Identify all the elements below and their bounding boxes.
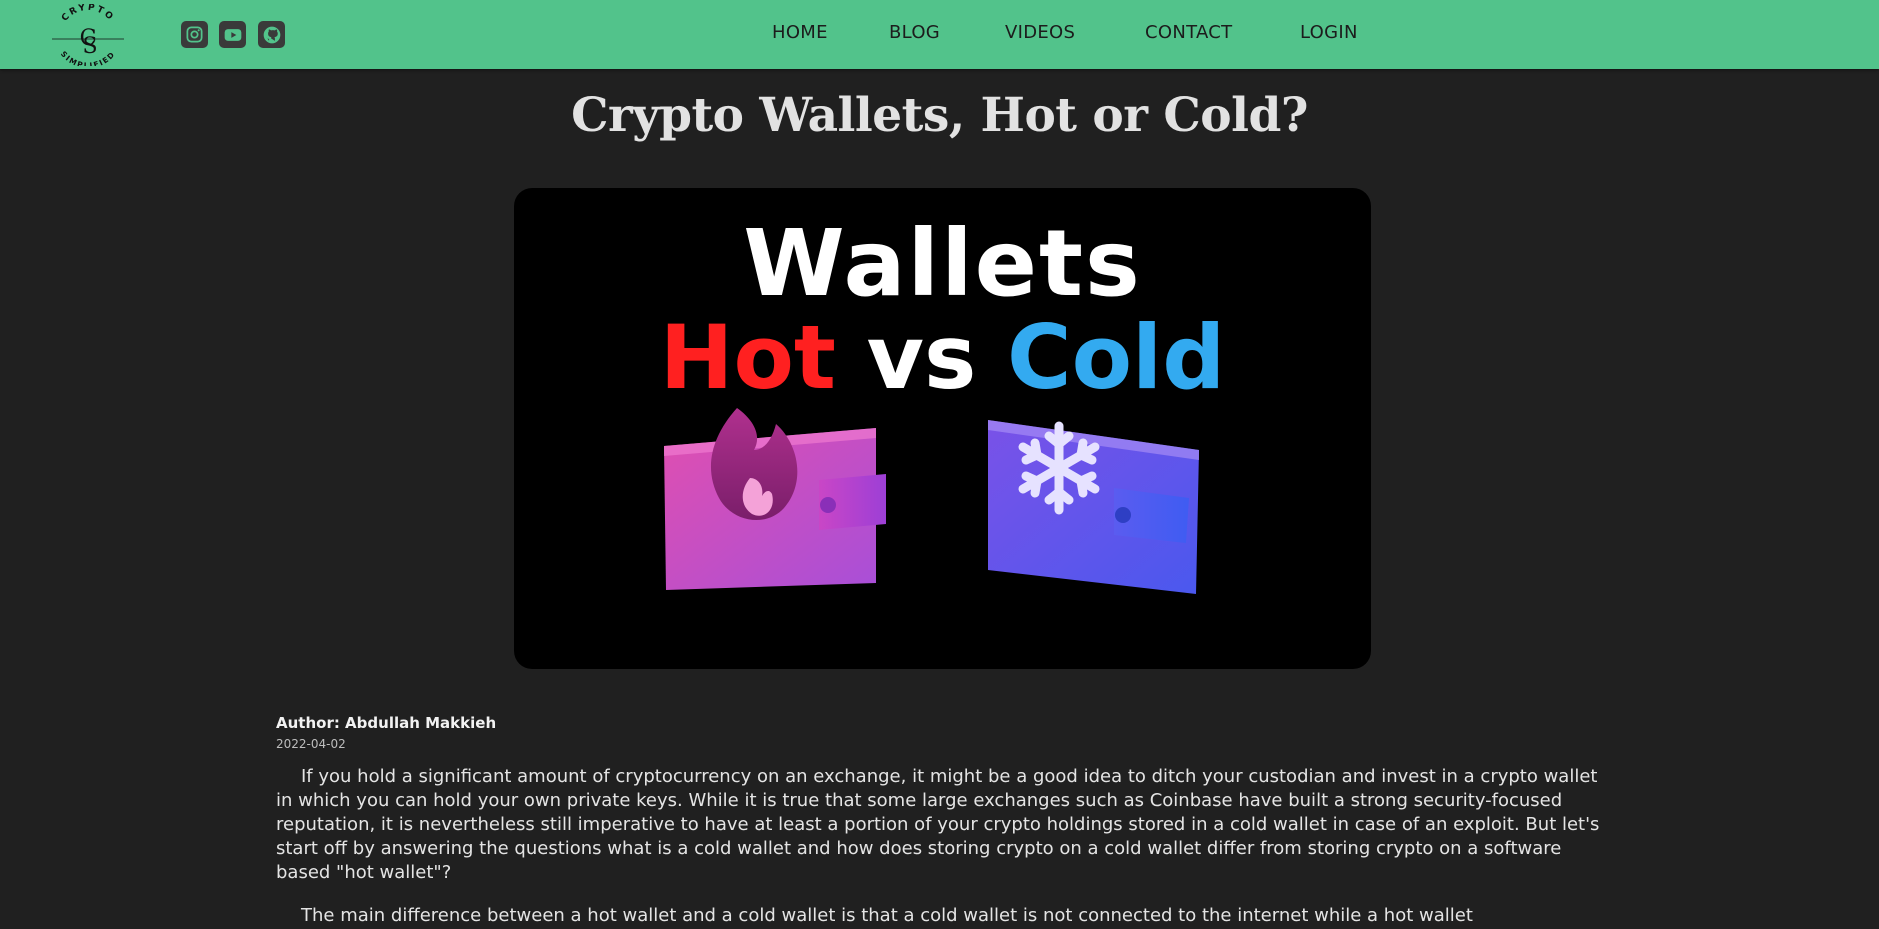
cold-wallet-graphic: [988, 420, 1199, 594]
nav-blog-link[interactable]: BLOG: [889, 22, 940, 43]
instagram-icon[interactable]: [181, 21, 208, 48]
article-date: 2022-04-02: [276, 737, 346, 751]
crypto-simplified-logo[interactable]: CRYPTO SIMPLIFIED C S: [48, 4, 128, 66]
nav-videos-link[interactable]: VIDEOS: [1005, 22, 1075, 43]
github-icon[interactable]: [258, 21, 285, 48]
article-author: Author: Abdullah Makkieh: [276, 714, 497, 732]
wallet-illustration: [664, 408, 1199, 594]
article-title: Crypto Wallets, Hot or Cold?: [571, 88, 1308, 143]
article-paragraph: The main difference between a hot wallet…: [301, 905, 1473, 926]
hot-wallet-graphic: [664, 408, 886, 590]
article-paragraph: If you hold a significant amount of cryp…: [276, 766, 1600, 883]
nav-contact-link[interactable]: CONTACT: [1145, 22, 1232, 43]
navbar: CRYPTO SIMPLIFIED C S HOME BLOG VIDEOS C…: [0, 0, 1879, 69]
nav-login-link[interactable]: LOGIN: [1300, 22, 1358, 43]
svg-text:CRYPTO: CRYPTO: [60, 4, 116, 24]
svg-text:S: S: [82, 34, 97, 59]
hero-image: Wallets Hot vs Cold: [514, 188, 1371, 669]
nav-home-link[interactable]: HOME: [772, 22, 828, 43]
youtube-icon[interactable]: [219, 21, 246, 48]
